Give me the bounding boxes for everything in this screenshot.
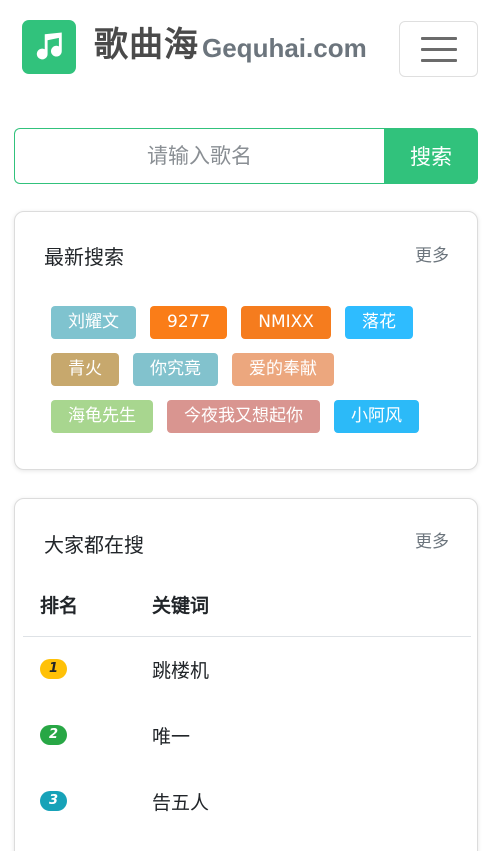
column-header-keyword: 关键词	[152, 595, 210, 617]
hot-more-link[interactable]: 更多	[415, 527, 449, 552]
hot-searches-card: 大家都在搜 更多 排名 关键词 1 跳楼机 2 唯一 3 告五人	[14, 498, 478, 851]
keyword-link[interactable]: 告五人	[152, 788, 209, 815]
column-header-rank: 排名	[40, 595, 79, 617]
search-tag[interactable]: 海龟先生	[51, 400, 153, 433]
logo-music-note-icon[interactable]	[22, 20, 76, 74]
search-tag[interactable]: 小阿风	[334, 400, 419, 433]
recent-more-link[interactable]: 更多	[415, 241, 449, 266]
tag-row: 刘耀文 9277 NMIXX 落花	[51, 306, 451, 339]
tag-row: 青火 你究竟 爱的奉献	[51, 353, 451, 386]
hot-searches-title: 大家都在搜	[44, 533, 144, 557]
site-header: 歌曲海 Gequhai.com	[0, 0, 500, 96]
hamburger-menu-icon	[420, 36, 457, 40]
keyword-link[interactable]: 唯一	[152, 722, 190, 749]
search-tag[interactable]: 刘耀文	[51, 306, 136, 339]
search-tag[interactable]: 9277	[150, 306, 228, 339]
search-tag[interactable]: 青火	[51, 353, 119, 386]
search-tag[interactable]: 落花	[344, 306, 413, 339]
keyword-link[interactable]: 跳楼机	[152, 656, 209, 683]
recent-searches-title: 最新搜索	[44, 245, 124, 269]
recent-searches-card: 最新搜索 更多 刘耀文 9277 NMIXX 落花 青火 你究竟 爱的奉献 海龟…	[14, 211, 478, 470]
tag-row: 海龟先生 今夜我又想起你 小阿风	[51, 400, 451, 433]
table-header: 排名 关键词	[23, 587, 471, 637]
rank-badge: 1	[40, 659, 67, 679]
rank-badge: 2	[40, 725, 67, 745]
search-tag[interactable]: 你究竟	[133, 353, 218, 386]
search-input[interactable]	[14, 128, 384, 184]
hamburger-menu-button[interactable]	[399, 21, 478, 77]
hamburger-menu-icon	[420, 47, 457, 51]
hamburger-menu-icon	[420, 58, 457, 62]
brand-domain[interactable]: Gequhai.com	[202, 29, 367, 67]
search-tag[interactable]: 今夜我又想起你	[167, 400, 320, 433]
search-form: 搜索	[14, 128, 478, 184]
search-tag[interactable]: 爱的奉献	[232, 353, 334, 386]
brand-name[interactable]: 歌曲海	[94, 22, 199, 68]
search-button[interactable]: 搜索	[384, 128, 478, 184]
table-row[interactable]: 1 跳楼机	[23, 637, 471, 703]
table-row[interactable]: 2 唯一	[23, 703, 471, 769]
recent-tags: 刘耀文 9277 NMIXX 落花 青火 你究竟 爱的奉献 海龟先生 今夜我又想…	[51, 306, 451, 447]
table-row[interactable]: 3 告五人	[23, 769, 471, 835]
rank-badge: 3	[40, 791, 67, 811]
search-tag[interactable]: NMIXX	[241, 306, 331, 339]
music-note-icon	[36, 32, 62, 60]
